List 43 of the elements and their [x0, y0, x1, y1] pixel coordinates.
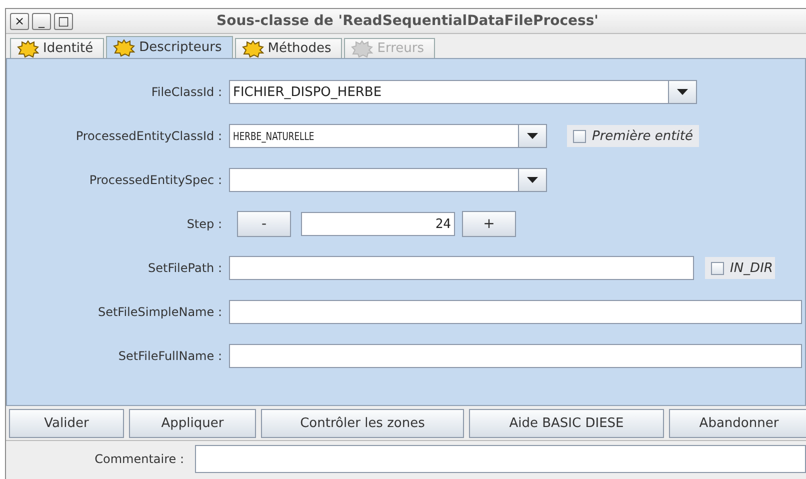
field-label: ProcessedEntitySpec : [88, 173, 223, 187]
action-button[interactable]: Appliquer [129, 409, 256, 438]
field-label: SetFileSimpleName : [96, 305, 223, 319]
dropdown-button[interactable] [519, 124, 547, 148]
field-label: SetFilePath : [146, 261, 223, 275]
star-icon [17, 40, 39, 58]
plus-button[interactable]: + [462, 211, 516, 237]
tab[interactable]: Descripteurs [106, 36, 233, 58]
input-field[interactable] [229, 300, 802, 324]
field-label: Commentaire : [94, 452, 185, 466]
field-label: ProcessedEntityClassId : [74, 129, 223, 143]
comment-field[interactable] [195, 445, 806, 473]
number-field[interactable]: 24 [301, 212, 455, 236]
caret-icon [527, 177, 538, 183]
checkbox-label: IN_DIR [730, 260, 773, 276]
action-button[interactable]: Aide BASIC DIESE [469, 409, 664, 438]
star-icon [351, 40, 374, 58]
window-control-button[interactable]: □ [54, 12, 73, 30]
window-title: Sous-classe de 'ReadSequentialDataFileProcess' [216, 13, 600, 29]
dropdown-button[interactable] [519, 168, 547, 192]
caret-icon [527, 133, 538, 139]
action-button[interactable]: Abandonner [669, 409, 806, 438]
window-control-button[interactable]: × [10, 12, 29, 30]
tab[interactable]: Identité [10, 38, 104, 58]
window-control-button[interactable]: _ [32, 12, 51, 30]
action-button[interactable]: Contrôler les zones [261, 409, 464, 438]
field-label: SetFileFullName : [117, 349, 223, 363]
tab[interactable]: Méthodes [234, 38, 342, 58]
input-field[interactable] [229, 344, 802, 368]
field-label: Step : [186, 217, 223, 231]
input-field[interactable] [229, 256, 694, 280]
field-label: FileClassId : [150, 85, 223, 99]
dropdown-button[interactable] [669, 80, 697, 104]
checkbox[interactable] [573, 130, 586, 142]
star-icon [242, 40, 264, 58]
checkbox[interactable] [711, 262, 724, 274]
combo-box[interactable]: HERBE_NATURELLE [229, 124, 519, 148]
action-button[interactable]: Valider [9, 409, 124, 438]
minus-button[interactable]: - [237, 211, 291, 237]
caret-icon [677, 89, 688, 95]
star-icon [113, 38, 136, 56]
checkbox-label: Première entité [592, 128, 693, 144]
combo-box[interactable]: FICHIER_DISPO_HERBE [229, 80, 669, 104]
